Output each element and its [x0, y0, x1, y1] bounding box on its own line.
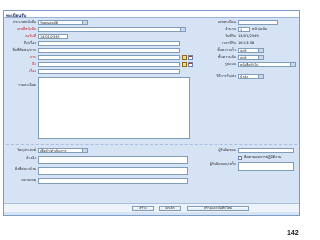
secrecy-label: ชั้นความลับ: [217, 55, 236, 59]
recv-date-label: วันที่รับ: [224, 34, 236, 38]
from-label: ชื่อที่ติดต่อ/จาก: [12, 48, 36, 52]
urgency-label: ชั้นความเร็ว: [217, 48, 236, 52]
owner-label: ผู้รับผิดชอบ: [218, 148, 236, 152]
urgency-select[interactable]: ปกติ: [238, 48, 264, 53]
doc-date-field[interactable]: 14/01/2549: [38, 34, 68, 39]
to-org-field[interactable]: [38, 62, 180, 67]
copies-unit: หน้า/ฉบับ: [252, 27, 268, 31]
attach-label: สิ่งที่ส่งมาด้วย: [14, 167, 36, 171]
objective-label: วัตถุประสงค์: [16, 148, 36, 152]
doc-type-label: ประเภทหนังสือ: [12, 20, 36, 24]
owner-field[interactable]: [238, 148, 294, 153]
attach-field[interactable]: [38, 167, 188, 175]
action-label: วิธีการรับ/ส่ง: [216, 74, 236, 78]
recv-date-value: 14/01/2549: [238, 34, 259, 38]
button-bar: สร้าง ยกเลิก สร้างและบันทึกใหม่: [4, 203, 299, 212]
recv-time-value: 16:13:38: [238, 41, 255, 45]
doc-type-select[interactable]: รับคุณสมบัติ: [38, 20, 88, 25]
folder-icon[interactable]: [182, 55, 187, 60]
from-org-field[interactable]: [38, 55, 180, 60]
note-label: รายละเอียด: [17, 83, 36, 87]
create-button[interactable]: สร้าง: [132, 206, 154, 211]
cancel-button[interactable]: ยกเลิก: [159, 206, 181, 211]
recv-time-label: เวลาที่รับ: [221, 41, 236, 45]
create-and-new-button[interactable]: สร้างและบันทึกใหม่: [187, 206, 249, 211]
to-label: ถึง/เรื่อง: [23, 41, 36, 45]
ref-label: อ้างอิง: [26, 156, 36, 160]
note-textarea[interactable]: [38, 77, 190, 139]
to-field[interactable]: [38, 41, 180, 46]
window-title: ทะเบียนรับ: [4, 11, 299, 19]
follow-up-checkbox[interactable]: [238, 156, 242, 160]
objective-select[interactable]: เพื่อทำ/ดำเนินการ: [38, 148, 88, 153]
from-org-label: จาก: [29, 55, 36, 59]
folder-icon[interactable]: [182, 62, 187, 67]
reg-no-label: เลขทะเบียน: [217, 20, 236, 24]
handler-label: ผู้รับผิดชอบ/เสร็จ: [209, 162, 236, 166]
ref-field[interactable]: [38, 156, 188, 164]
section-divider: [6, 144, 297, 145]
channel-select[interactable]: หนังสือทั่วไป: [238, 62, 296, 67]
subject-label: เรื่อง: [28, 69, 36, 73]
handler-field[interactable]: [238, 162, 294, 171]
address-book-icon[interactable]: [188, 62, 193, 67]
doc-no-field[interactable]: [38, 27, 186, 32]
reg-no-field[interactable]: [238, 20, 278, 25]
doc-date-label: ลงวันที่: [25, 34, 36, 38]
channel-label: รูปแบบ: [224, 62, 236, 66]
subject-field[interactable]: [38, 69, 180, 74]
from-field[interactable]: [38, 48, 180, 53]
doc-no-label: เลขที่หนังสือ: [16, 27, 36, 31]
follow-up-label: ติดตามผลการปฏิบัติงาน: [244, 155, 282, 159]
remark-label: หมายเหตุ: [21, 178, 36, 182]
remark-field[interactable]: [38, 178, 188, 184]
registration-window: ทะเบียนรับ ประเภทหนังสือ รับคุณสมบัติ เล…: [3, 10, 300, 216]
page-number: 142: [287, 230, 299, 237]
secrecy-select[interactable]: ปกติ: [238, 55, 264, 60]
copies-field[interactable]: 1: [238, 27, 250, 32]
copies-label: จำนวน: [224, 27, 236, 31]
to-org-label: ถึง: [32, 62, 36, 66]
address-book-icon[interactable]: [188, 55, 193, 60]
action-select[interactable]: นำส่ง: [238, 74, 264, 79]
